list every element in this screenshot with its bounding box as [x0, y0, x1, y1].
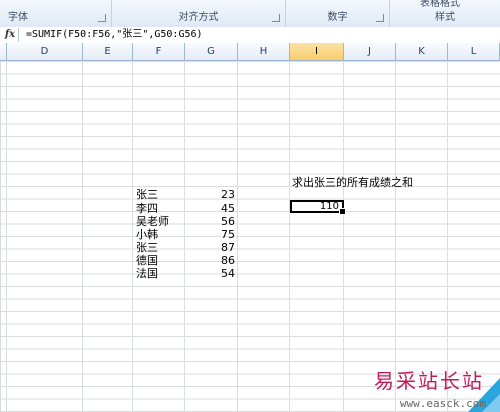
ribbon-group-font: 字体 — [0, 0, 112, 27]
gridline — [289, 61, 290, 412]
font-dialog-launcher-icon[interactable] — [98, 14, 106, 22]
cell-name[interactable]: 法国 — [136, 268, 158, 280]
alignment-dialog-launcher-icon[interactable] — [272, 14, 280, 22]
ribbon-group-styles: 表格格式 样式 — [390, 0, 500, 27]
column-header-c[interactable]: C — [0, 43, 7, 60]
cell-name[interactable]: 德国 — [136, 255, 158, 267]
column-header-i[interactable]: I — [290, 43, 344, 60]
column-header-j[interactable]: J — [344, 43, 396, 60]
ribbon-group-label-font: 字体 — [8, 12, 28, 23]
cell-name[interactable]: 吴老师 — [136, 216, 169, 228]
cell-note[interactable]: 求出张三的所有成绩之和 — [292, 177, 413, 189]
cell-score[interactable]: 23 — [185, 189, 235, 201]
gridline — [343, 61, 344, 412]
gridline — [6, 61, 7, 412]
formula-input[interactable]: =SUMIF(F50:F56,"张三",G50:G56) — [26, 27, 500, 43]
cell-score[interactable]: 56 — [185, 216, 235, 228]
fill-handle[interactable] — [339, 208, 346, 215]
result-value: 110 — [319, 201, 339, 212]
cell-name[interactable]: 李四 — [136, 203, 158, 215]
gridline — [132, 61, 133, 412]
number-dialog-launcher-icon[interactable] — [376, 14, 384, 22]
ribbon-group-label-styles: 样式 — [435, 12, 455, 23]
ribbon-group-number: 数字 — [286, 0, 390, 27]
column-header-k[interactable]: K — [396, 43, 448, 60]
formula-bar: fx =SUMIF(F50:F56,"张三",G50:G56) — [0, 27, 500, 44]
column-header-l[interactable]: L — [448, 43, 500, 60]
column-header-g[interactable]: G — [185, 43, 238, 60]
ribbon-group-label-number: 数字 — [327, 12, 348, 23]
column-header-e[interactable]: E — [83, 43, 133, 60]
gridline — [82, 61, 83, 412]
ribbon: 字体 对齐方式 数字 表格格式 样式 — [0, 0, 500, 28]
column-header-h[interactable]: H — [238, 43, 290, 60]
selected-cell-result[interactable]: 110 — [290, 200, 346, 215]
column-header-d[interactable]: D — [7, 43, 83, 60]
ribbon-group-alignment: 对齐方式 — [112, 0, 286, 27]
cell-score[interactable]: 75 — [185, 229, 235, 241]
cell-name[interactable]: 张三 — [136, 242, 158, 254]
watermark-url: www.easck.com — [399, 397, 486, 410]
ribbon-group-label-alignment: 对齐方式 — [178, 12, 219, 23]
watermark-title: 易采站长站 — [374, 369, 484, 393]
cell-score[interactable]: 86 — [185, 255, 235, 267]
column-headers: C D E F G H I J K L — [0, 43, 500, 61]
cell-name[interactable]: 张三 — [136, 189, 158, 201]
cell-score[interactable]: 87 — [185, 242, 235, 254]
watermark: 易采站长站 www.easck.com — [350, 350, 500, 412]
column-header-f[interactable]: F — [133, 43, 185, 60]
cell-score[interactable]: 54 — [185, 268, 235, 280]
cell-name[interactable]: 小韩 — [136, 229, 158, 241]
insert-function-icon[interactable]: fx — [2, 28, 19, 42]
gridline — [237, 61, 238, 412]
cell-score[interactable]: 45 — [185, 203, 235, 215]
